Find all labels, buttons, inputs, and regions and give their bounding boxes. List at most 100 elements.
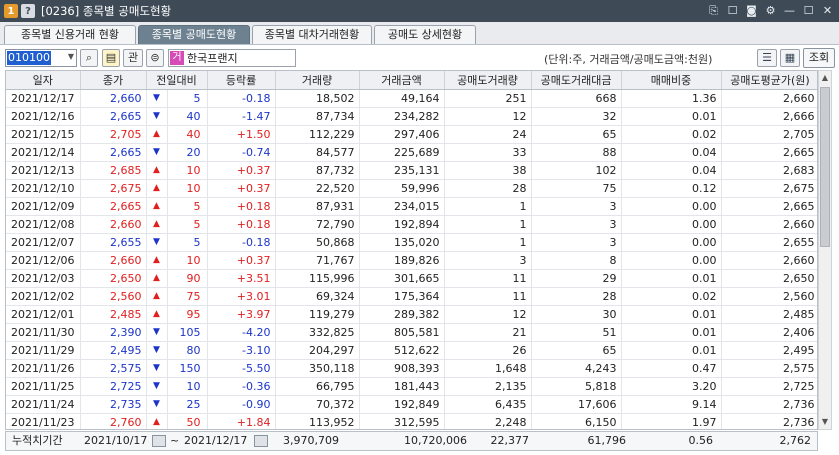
table-row[interactable]: 2021/12/08 2,660 ▲ 5 +0.18 72,790 192,894 1 3 0.0… [6, 215, 817, 234]
col-header-ratio[interactable]: 매매비중 [621, 71, 722, 90]
stock-code-input[interactable]: 010100 ▼ [5, 49, 77, 67]
cell-short-avg: 2,560 [721, 287, 817, 306]
cell-rate: +3.97 [207, 305, 276, 324]
cell-short-amt: 4,243 [531, 359, 622, 378]
table-row[interactable]: 2021/12/13 2,685 ▲ 10 +0.37 87,732 235,131 38 10… [6, 161, 817, 180]
gear-icon[interactable]: ⚙ [763, 3, 778, 18]
scroll-thumb[interactable] [820, 87, 830, 247]
calendar-icon[interactable] [254, 435, 268, 447]
table-row[interactable]: 2021/12/14 2,665 ▼ 20 -0.74 84,577 225,689 33 88… [6, 143, 817, 162]
cell-volume: 87,734 [275, 107, 360, 126]
cell-ratio: 9.14 [621, 395, 722, 414]
query-button[interactable]: 조회 [803, 48, 835, 68]
tab-credit-trading[interactable]: 종목별 신용거래 현황 [4, 25, 136, 44]
col-header-diff[interactable]: 전일대비 [146, 71, 208, 90]
folder-icon[interactable]: ▤ [102, 49, 120, 67]
cell-close: 2,760 [80, 413, 147, 429]
table-row[interactable]: 2021/12/02 2,560 ▲ 75 +3.01 69,324 175,364 11 28… [6, 287, 817, 306]
cell-amount: 234,282 [359, 107, 445, 126]
table-row[interactable]: 2021/12/01 2,485 ▲ 95 +3.97 119,279 289,382 12 3… [6, 305, 817, 324]
watch-button[interactable]: 관 [123, 49, 143, 67]
period-to-input[interactable]: 2021/12/17 [184, 432, 247, 450]
link-icon[interactable]: ⎘ [706, 3, 721, 18]
table-row[interactable]: 2021/12/03 2,650 ▲ 90 +3.51 115,996 301,665 11 2… [6, 269, 817, 288]
cell-date: 2021/12/01 [6, 305, 81, 324]
tab-lending-trading[interactable]: 종목별 대차거래현황 [252, 25, 372, 44]
cell-short-vol: 11 [444, 269, 532, 288]
cell-rate: +0.37 [207, 179, 276, 198]
scroll-down-icon[interactable]: ▼ [819, 415, 831, 429]
cell-short-vol: 3 [444, 251, 532, 270]
window-titlebar: 1 ? [0236] 종목별 공매도현황 ⎘ ☐ ◙ ⚙ — ☐ ✕ [0, 0, 839, 22]
footer-short-avg: 2,762 [779, 434, 812, 447]
tab-short-selling[interactable]: 종목별 공매도현황 [138, 25, 250, 44]
cell-short-vol: 12 [444, 305, 532, 324]
table-row[interactable]: 2021/11/29 2,495 ▼ 80 -3.10 204,297 512,622 26 6… [6, 341, 817, 360]
col-header-date[interactable]: 일자 [6, 71, 81, 90]
chevron-down-icon[interactable]: ▼ [68, 52, 74, 61]
table-row[interactable]: 2021/11/26 2,575 ▼ 150 -5.50 350,118 908,393 1,… [6, 359, 817, 378]
cell-short-avg: 2,660 [721, 251, 817, 270]
col-header-amount[interactable]: 거래금액 [359, 71, 445, 90]
cell-rate: -0.90 [207, 395, 276, 414]
cell-volume: 119,279 [275, 305, 360, 324]
cell-close: 2,675 [80, 179, 147, 198]
list-view-icon[interactable]: ☰ [757, 49, 777, 67]
cell-volume: 84,577 [275, 143, 360, 162]
cell-diff: 20 [167, 143, 208, 162]
cell-close: 2,650 [80, 269, 147, 288]
calendar-icon[interactable] [152, 435, 166, 447]
down-arrow-icon: ▼ [146, 107, 168, 126]
table-row[interactable]: 2021/12/09 2,665 ▲ 5 +0.18 87,931 234,015 1 3 0.0… [6, 197, 817, 216]
table-row[interactable]: 2021/12/15 2,705 ▲ 40 +1.50 112,229 297,406 24 6… [6, 125, 817, 144]
cell-close: 2,665 [80, 197, 147, 216]
maximize-icon[interactable]: ☐ [801, 3, 816, 18]
up-arrow-icon: ▲ [146, 251, 168, 270]
table-row[interactable]: 2021/11/24 2,735 ▼ 25 -0.90 70,372 192,849 6,43… [6, 395, 817, 414]
table-row[interactable]: 2021/12/06 2,660 ▲ 10 +0.37 71,767 189,826 3 8 0.… [6, 251, 817, 270]
table-row[interactable]: 2021/12/16 2,665 ▼ 40 -1.47 87,734 234,282 12 32… [6, 107, 817, 126]
camera-icon[interactable]: ◙ [744, 3, 759, 18]
search-icon[interactable]: ⌕ [80, 49, 98, 67]
table-row[interactable]: 2021/11/25 2,725 ▼ 10 -0.36 66,795 181,443 2,13… [6, 377, 817, 396]
help-icon[interactable]: ? [21, 4, 35, 18]
col-header-short-avg[interactable]: 공매도평균가(원) [721, 71, 817, 90]
scroll-up-icon[interactable]: ▲ [819, 71, 831, 85]
up-arrow-icon: ▲ [146, 413, 168, 429]
period-from-input[interactable]: 2021/10/17 [84, 432, 147, 450]
excel-icon[interactable]: ▦ [780, 49, 800, 67]
cell-date: 2021/11/23 [6, 413, 81, 429]
cell-rate: +0.18 [207, 215, 276, 234]
down-arrow-icon: ▼ [146, 89, 168, 108]
settings-small-icon[interactable]: ⊜ [146, 49, 164, 67]
table-row[interactable]: 2021/11/30 2,390 ▼ 105 -4.20 332,825 805,581 21… [6, 323, 817, 342]
col-header-volume[interactable]: 거래량 [275, 71, 360, 90]
col-header-rate[interactable]: 등락률 [207, 71, 276, 90]
cell-short-vol: 38 [444, 161, 532, 180]
tab-short-detail[interactable]: 공매도 상세현황 [374, 25, 476, 44]
cell-short-amt: 668 [531, 89, 622, 108]
cell-ratio: 0.01 [621, 269, 722, 288]
screen-number-badge: 1 [4, 4, 18, 18]
cell-short-amt: 3 [531, 215, 622, 234]
down-arrow-icon: ▼ [146, 395, 168, 414]
minimize-icon[interactable]: — [782, 3, 797, 18]
up-arrow-icon: ▲ [146, 305, 168, 324]
col-header-close[interactable]: 종가 [80, 71, 147, 90]
col-header-short-amount[interactable]: 공매도거래대금 [531, 71, 622, 90]
cell-amount: 225,689 [359, 143, 445, 162]
cell-amount: 49,164 [359, 89, 445, 108]
down-arrow-icon: ▼ [146, 359, 168, 378]
stock-code-value: 010100 [7, 51, 51, 65]
close-icon[interactable]: ✕ [820, 3, 835, 18]
col-header-short-volume[interactable]: 공매도거래량 [444, 71, 532, 90]
vertical-scrollbar[interactable]: ▲ ▼ [818, 70, 832, 430]
table-row[interactable]: 2021/12/10 2,675 ▲ 10 +0.37 22,520 59,996 28 75 0… [6, 179, 817, 198]
table-row[interactable]: 2021/11/23 2,760 ▲ 50 +1.84 113,952 312,595 2,2… [6, 413, 817, 429]
table-row[interactable]: 2021/12/07 2,655 ▼ 5 -0.18 50,868 135,020 1 3 0.0… [6, 233, 817, 252]
cell-amount: 235,131 [359, 161, 445, 180]
memo-icon[interactable]: ☐ [725, 3, 740, 18]
table-row[interactable]: 2021/12/17 2,660 ▼ 5 -0.18 18,502 49,164 251 668… [6, 89, 817, 108]
cell-diff: 105 [167, 323, 208, 342]
cell-ratio: 0.12 [621, 179, 722, 198]
